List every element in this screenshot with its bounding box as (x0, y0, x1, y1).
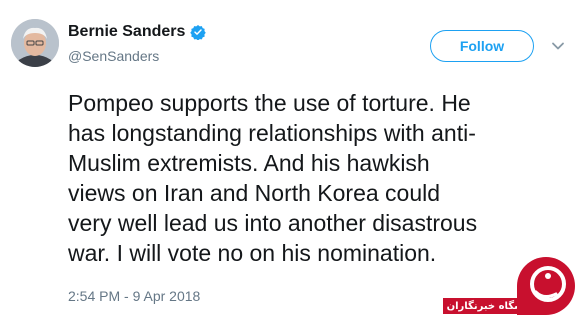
avatar-image (11, 19, 59, 67)
tweet-timestamp[interactable]: 2:54 PM - 9 Apr 2018 (68, 288, 200, 304)
author-handle[interactable]: @SenSanders (68, 48, 159, 64)
tweet-text-line: Muslim extremists. And his hawkish (68, 150, 430, 176)
avatar[interactable] (11, 19, 59, 67)
watermark: باشگاه خبرنگاران (435, 250, 580, 320)
verified-badge-icon (190, 25, 207, 40)
chevron-down-icon[interactable] (551, 39, 565, 53)
tweet-text: Pompeo supports the use of torture. He h… (68, 88, 568, 268)
tweet-text-line: has longstanding relationships with anti… (68, 120, 476, 146)
tweet-text-line: very well lead us into another disastrou… (68, 210, 478, 236)
tweet-text-line: views on Iran and North Korea could (68, 180, 441, 206)
author-name[interactable]: Bernie Sanders (68, 23, 185, 41)
follow-button[interactable]: Follow (430, 30, 534, 62)
tweet-text-line: Pompeo supports the use of torture. He (68, 90, 471, 116)
watermark-logo-icon (517, 257, 575, 315)
author-name-row[interactable]: Bernie Sanders (68, 23, 207, 41)
